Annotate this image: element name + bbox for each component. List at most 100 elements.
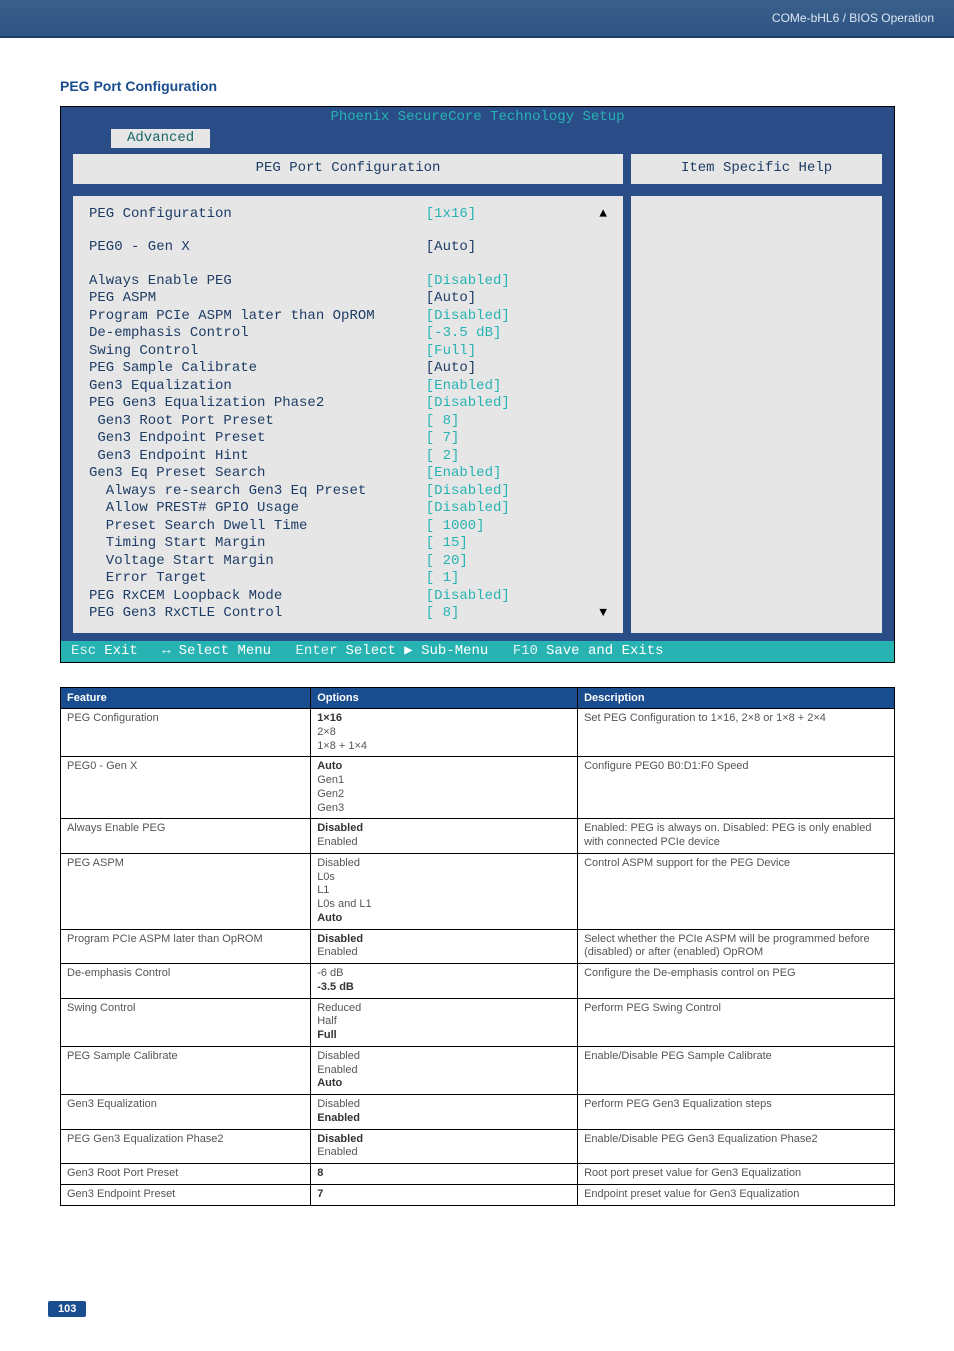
bios-setting-value[interactable]: [Auto] [426,239,476,257]
breadcrumb: COMe-bHL6 / BIOS Operation [772,11,934,25]
bios-setting-value[interactable]: [Full] [426,343,476,361]
bios-setting-row[interactable]: Voltage Start Margin[ 20] [89,553,607,571]
table-row: PEG ASPMDisabledL0sL1L0s and L1AutoContr… [61,853,895,929]
bios-setting-row[interactable]: PEG0 - Gen X[Auto] [89,239,607,257]
table-row: Program PCIe ASPM later than OpROMDisabl… [61,929,895,964]
cell-feature: PEG Sample Calibrate [61,1046,311,1094]
bios-setting-row[interactable]: PEG Gen3 RxCTLE Control[ 8] ▼ [89,605,607,623]
cell-description: Set PEG Configuration to 1×16, 2×8 or 1×… [578,709,895,757]
bios-setting-value[interactable]: [ 1000] [426,518,485,536]
bios-setting-label: Voltage Start Margin [89,553,426,571]
cell-options: DisabledEnabled [311,1129,578,1164]
cell-options: 8 [311,1164,578,1185]
bios-setting-row[interactable]: Program PCIe ASPM later than OpROM[Disab… [89,308,607,326]
table-row: Swing ControlReducedHalfFullPerform PEG … [61,998,895,1046]
bios-setting-value[interactable]: [ 8] [426,605,460,623]
key-esc: Esc [71,643,96,661]
cell-description: Configure PEG0 B0:D1:F0 Speed [578,757,895,819]
bios-setting-value[interactable]: [Disabled] [426,308,510,326]
bios-setting-label: Gen3 Eq Preset Search [89,465,426,483]
table-row: De-emphasis Control-6 dB-3.5 dBConfigure… [61,964,895,999]
bios-panel-heading: PEG Port Configuration [73,154,623,184]
cell-description: Enable/Disable PEG Gen3 Equalization Pha… [578,1129,895,1164]
cell-options: -6 dB-3.5 dB [311,964,578,999]
bios-setup-screenshot: Phoenix SecureCore Technology Setup Adva… [60,106,895,663]
table-row: PEG Configuration1×162×81×8 + 1×4Set PEG… [61,709,895,757]
bios-setting-row[interactable]: Gen3 Endpoint Hint[ 2] [89,448,607,466]
cell-options: DisabledEnabled [311,1095,578,1130]
bios-tab-row: Advanced [61,129,894,149]
col-feature: Feature [61,688,311,709]
tab-advanced[interactable]: Advanced [111,129,210,149]
cell-feature: Always Enable PEG [61,819,311,854]
cell-description: Perform PEG Swing Control [578,998,895,1046]
bios-setting-label: Error Target [89,570,426,588]
cell-options: DisabledL0sL1L0s and L1Auto [311,853,578,929]
bios-setting-value[interactable]: [ 1] [426,570,460,588]
bios-setting-value[interactable]: [Disabled] [426,395,510,413]
cell-description: Select whether the PCIe ASPM will be pro… [578,929,895,964]
table-row: PEG Gen3 Equalization Phase2DisabledEnab… [61,1129,895,1164]
scroll-down-arrow-icon[interactable]: ▼ [599,605,607,623]
col-options: Options [311,688,578,709]
bios-setting-row[interactable]: PEG RxCEM Loopback Mode[Disabled] [89,588,607,606]
cell-feature: PEG Configuration [61,709,311,757]
bios-setting-row[interactable]: Always Enable PEG[Disabled] [89,273,607,291]
cell-description: Enabled: PEG is always on. Disabled: PEG… [578,819,895,854]
bios-setting-value[interactable]: [-3.5 dB] [426,325,502,343]
page-header: COMe-bHL6 / BIOS Operation [0,0,954,38]
bios-setting-row[interactable]: PEG Configuration[1x16]▲ [89,206,607,224]
bios-setting-label: Swing Control [89,343,426,361]
bios-setting-row[interactable]: PEG Sample Calibrate[Auto] [89,360,607,378]
bios-setting-row[interactable]: PEG ASPM[Auto] [89,290,607,308]
bios-setting-value[interactable]: [ 2] [426,448,460,466]
bios-setting-row[interactable]: Gen3 Root Port Preset[ 8] [89,413,607,431]
bios-setting-value[interactable]: [1x16] [426,206,476,224]
table-row: Gen3 Root Port Preset8Root port preset v… [61,1164,895,1185]
bios-setting-row[interactable]: Always re-search Gen3 Eq Preset[Disabled… [89,483,607,501]
bios-setting-label: Timing Start Margin [89,535,426,553]
bios-setting-row[interactable]: Swing Control[Full] [89,343,607,361]
bios-setting-label: De-emphasis Control [89,325,426,343]
bios-setting-value[interactable]: [ 7] [426,430,460,448]
cell-feature: Gen3 Root Port Preset [61,1164,311,1185]
bios-setting-value[interactable]: [ 15] [426,535,468,553]
bios-footer: Esc Exit ↔ Select Menu Enter Select ▶ Su… [61,641,894,663]
bios-setting-row[interactable]: PEG Gen3 Equalization Phase2[Disabled] [89,395,607,413]
bios-setting-label: Preset Search Dwell Time [89,518,426,536]
bios-setting-row[interactable]: De-emphasis Control[-3.5 dB] [89,325,607,343]
bios-setting-label: PEG Gen3 Equalization Phase2 [89,395,426,413]
bios-setting-row[interactable]: Error Target[ 1] [89,570,607,588]
bios-setting-label: PEG ASPM [89,290,426,308]
bios-setting-row[interactable]: Gen3 Eq Preset Search[Enabled] [89,465,607,483]
bios-setting-value[interactable]: [ 20] [426,553,468,571]
bios-setting-label: PEG0 - Gen X [89,239,426,257]
footer-save-exit: Save and Exits [546,643,664,661]
key-f10: F10 [513,643,538,661]
bios-setting-label: Gen3 Equalization [89,378,426,396]
bios-title: Phoenix SecureCore Technology Setup [61,107,894,129]
feature-table: Feature Options Description PEG Configur… [60,687,895,1206]
footer-select-menu: Select Menu [179,643,271,661]
bios-setting-value[interactable]: [Auto] [426,360,476,378]
bios-setting-row[interactable]: Timing Start Margin[ 15] [89,535,607,553]
bios-setting-value[interactable]: [Disabled] [426,500,510,518]
bios-setting-value[interactable]: [Enabled] [426,378,502,396]
bios-setting-row[interactable]: Gen3 Endpoint Preset[ 7] [89,430,607,448]
bios-setting-row[interactable]: Gen3 Equalization[Enabled] [89,378,607,396]
bios-setting-label: Gen3 Root Port Preset [89,413,426,431]
bios-setting-label: PEG Gen3 RxCTLE Control [89,605,426,623]
cell-feature: Gen3 Equalization [61,1095,311,1130]
scroll-up-arrow-icon[interactable]: ▲ [599,206,607,224]
bios-setting-label: Always re-search Gen3 Eq Preset [89,483,426,501]
bios-setting-value[interactable]: [ 8] [426,413,460,431]
bios-setting-value[interactable]: [Disabled] [426,273,510,291]
bios-setting-row[interactable]: Preset Search Dwell Time[ 1000] [89,518,607,536]
bios-setting-value[interactable]: [Enabled] [426,465,502,483]
bios-setting-value[interactable]: [Auto] [426,290,476,308]
bios-setting-value[interactable]: [Disabled] [426,483,510,501]
bios-setting-row[interactable]: Allow PREST# GPIO Usage[Disabled] [89,500,607,518]
bios-setting-value[interactable]: [Disabled] [426,588,510,606]
table-row: Gen3 Endpoint Preset7Endpoint preset val… [61,1184,895,1205]
page-number: 103 [48,1301,86,1317]
